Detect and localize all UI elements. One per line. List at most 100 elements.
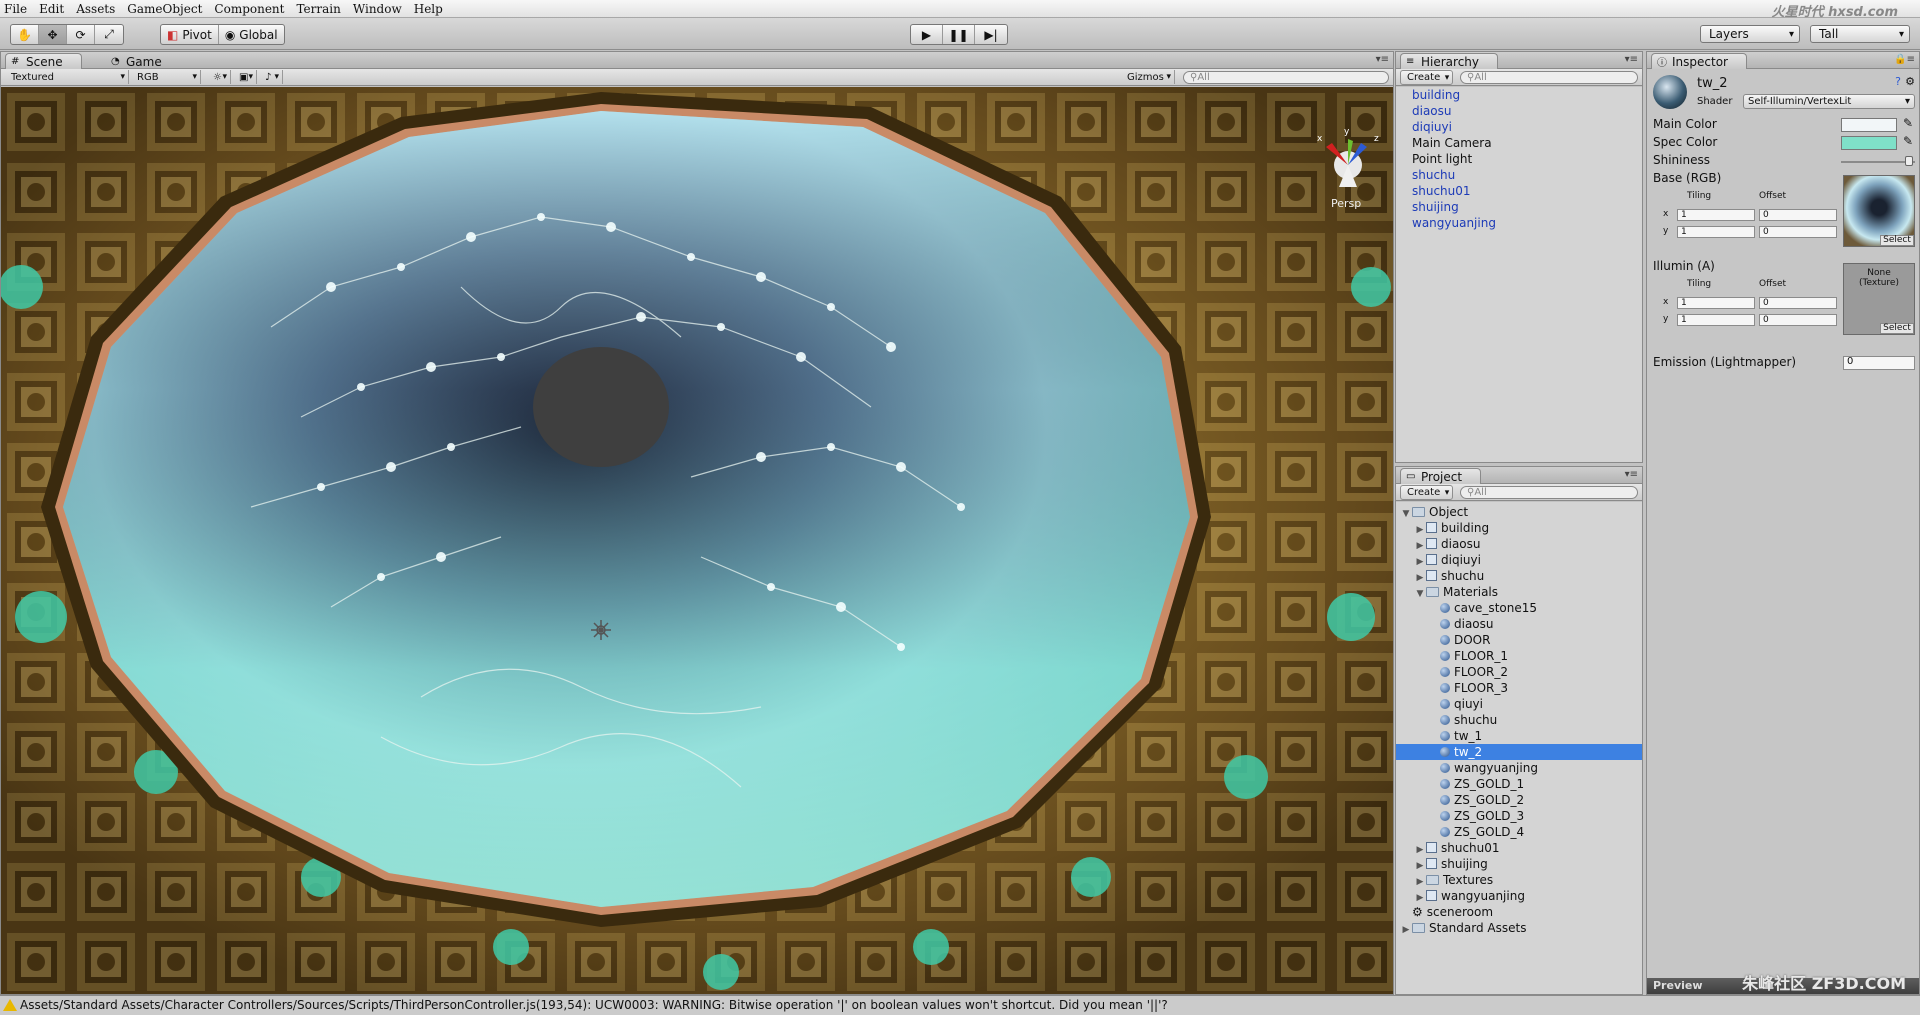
illum-tiling-y-field[interactable]: 1 — [1677, 314, 1755, 326]
project-item[interactable]: DOOR — [1396, 632, 1642, 648]
base-tiling-x-field[interactable]: 1 — [1677, 209, 1755, 221]
tab-scene[interactable]: # Scene — [5, 53, 82, 69]
help-icon[interactable]: ? — [1895, 75, 1901, 88]
hierarchy-item[interactable]: shuijing — [1396, 199, 1642, 215]
color-mode-dropdown[interactable]: RGB — [133, 70, 201, 84]
expand-closed-icon[interactable]: ▶ — [1400, 922, 1412, 938]
step-icon[interactable]: ▶| — [975, 25, 1007, 44]
menu-item-assets[interactable]: Assets — [76, 2, 115, 16]
menu-item-file[interactable]: File — [4, 2, 27, 16]
base-texture-select-button[interactable]: Select — [1880, 235, 1914, 246]
project-item[interactable]: ▶ diqiuyi — [1396, 552, 1642, 568]
scene-lighting-icon[interactable]: ☼ — [209, 70, 231, 84]
project-item[interactable]: ▶ building — [1396, 520, 1642, 536]
scene-audio-icon[interactable]: ♪ — [261, 70, 283, 84]
project-item[interactable]: ▶ shuijing — [1396, 856, 1642, 872]
inspector-lock-icon[interactable]: 🔒≡ — [1894, 54, 1915, 65]
project-item[interactable]: ▶ wangyuanjing — [1396, 888, 1642, 904]
hierarchy-item[interactable]: shuchu01 — [1396, 183, 1642, 199]
main-color-swatch[interactable] — [1841, 118, 1897, 132]
pivot-button[interactable]: ◧ Pivot — [161, 25, 219, 44]
project-item[interactable]: diaosu — [1396, 616, 1642, 632]
hierarchy-menu-icon[interactable]: ▾≡ — [1625, 54, 1638, 65]
pause-icon[interactable]: ❚❚ — [943, 25, 975, 44]
scene-viewport[interactable]: x y z Persp — [1, 87, 1393, 994]
global-button[interactable]: ◉ Global — [219, 25, 284, 44]
illum-texture-slot[interactable]: None (Texture) Select — [1843, 263, 1915, 335]
rotate-tool-icon[interactable]: ⟳ — [67, 25, 95, 44]
render-mode-dropdown[interactable]: Textured — [7, 70, 129, 84]
scale-tool-icon[interactable]: ⤢ — [95, 25, 123, 44]
menu-item-gameobject[interactable]: GameObject — [127, 2, 202, 16]
project-item[interactable]: ZS_GOLD_4 — [1396, 824, 1642, 840]
project-item[interactable]: FLOOR_2 — [1396, 664, 1642, 680]
scene-search-input[interactable]: ⚲ All — [1183, 71, 1389, 84]
project-item[interactable]: ▼ Object — [1396, 504, 1642, 520]
emission-field[interactable]: 0 — [1843, 356, 1915, 370]
project-item[interactable]: shuchu — [1396, 712, 1642, 728]
tab-hierarchy[interactable]: ≡ Hierarchy — [1400, 53, 1499, 69]
project-item[interactable]: ▶ shuchu01 — [1396, 840, 1642, 856]
project-create-button[interactable]: Create — [1400, 485, 1454, 500]
hierarchy-create-button[interactable]: Create — [1400, 70, 1454, 85]
hierarchy-item[interactable]: shuchu — [1396, 167, 1642, 183]
gizmos-dropdown[interactable]: Gizmos — [1123, 70, 1175, 84]
project-item[interactable]: tw_2 — [1396, 744, 1642, 760]
hierarchy-item[interactable]: Main Camera — [1396, 135, 1642, 151]
illum-tiling-x-field[interactable]: 1 — [1677, 297, 1755, 309]
project-item[interactable]: cave_stone15 — [1396, 600, 1642, 616]
menu-item-help[interactable]: Help — [414, 2, 443, 16]
project-item[interactable]: FLOOR_3 — [1396, 680, 1642, 696]
base-tiling-y-field[interactable]: 1 — [1677, 226, 1755, 238]
project-item[interactable]: ZS_GOLD_1 — [1396, 776, 1642, 792]
project-item[interactable]: ⚙ sceneroom — [1396, 904, 1642, 920]
scene-image-icon[interactable]: ▣ — [235, 70, 257, 84]
shininess-slider-track[interactable] — [1841, 161, 1915, 163]
project-item[interactable]: ▼ Materials — [1396, 584, 1642, 600]
illum-offset-x-field[interactable]: 0 — [1759, 297, 1837, 309]
console-status-bar[interactable]: Assets/Standard Assets/Character Control… — [0, 995, 1920, 1015]
settings-gear-icon[interactable]: ⚙ — [1905, 75, 1915, 88]
play-icon[interactable]: ▶ — [911, 25, 943, 44]
project-item[interactable]: ▶ Textures — [1396, 872, 1642, 888]
spec-color-swatch[interactable] — [1841, 136, 1897, 150]
move-tool-icon[interactable]: ✥ — [39, 25, 67, 44]
project-item[interactable]: ▶ diaosu — [1396, 536, 1642, 552]
project-item[interactable]: ZS_GOLD_3 — [1396, 808, 1642, 824]
hierarchy-item[interactable]: wangyuanjing — [1396, 215, 1642, 231]
hierarchy-search-input[interactable]: ⚲ All — [1460, 71, 1638, 84]
project-item[interactable]: FLOOR_1 — [1396, 648, 1642, 664]
shader-dropdown[interactable]: Self-Illumin/VertexLit ▾ — [1743, 94, 1915, 109]
tab-project[interactable]: ▭ Project — [1400, 468, 1482, 484]
hand-tool-icon[interactable]: ✋ — [11, 25, 39, 44]
project-search-input[interactable]: ⚲ All — [1460, 486, 1638, 499]
hierarchy-item[interactable]: building — [1396, 87, 1642, 103]
base-texture-slot[interactable]: Select — [1843, 175, 1915, 247]
panel-menu-icon[interactable]: ▾≡ — [1376, 54, 1389, 65]
menu-item-window[interactable]: Window — [353, 2, 402, 16]
illum-texture-select-button[interactable]: Select — [1880, 323, 1914, 334]
spec-color-eyedropper-icon[interactable]: ✎ — [1903, 134, 1913, 148]
hierarchy-item[interactable]: Point light — [1396, 151, 1642, 167]
project-item[interactable]: ▶ shuchu — [1396, 568, 1642, 584]
project-item[interactable]: tw_1 — [1396, 728, 1642, 744]
hierarchy-item[interactable]: diqiuyi — [1396, 119, 1642, 135]
project-menu-icon[interactable]: ▾≡ — [1625, 469, 1638, 480]
project-item[interactable]: ▶ Standard Assets — [1396, 920, 1642, 936]
menu-item-edit[interactable]: Edit — [39, 2, 64, 16]
base-offset-x-field[interactable]: 0 — [1759, 209, 1837, 221]
layers-dropdown[interactable]: Layers — [1700, 25, 1800, 43]
menu-item-terrain[interactable]: Terrain — [296, 2, 340, 16]
tab-inspector[interactable]: ⓘ Inspector — [1651, 53, 1747, 69]
base-offset-y-field[interactable]: 0 — [1759, 226, 1837, 238]
tab-game[interactable]: ◔ Game — [105, 53, 181, 69]
shininess-slider-thumb[interactable] — [1905, 156, 1914, 166]
layout-dropdown[interactable]: Tall — [1810, 25, 1910, 43]
project-item[interactable]: wangyuanjing — [1396, 760, 1642, 776]
menu-item-component[interactable]: Component — [214, 2, 284, 16]
hierarchy-item[interactable]: diaosu — [1396, 103, 1642, 119]
project-item[interactable]: ZS_GOLD_2 — [1396, 792, 1642, 808]
main-color-eyedropper-icon[interactable]: ✎ — [1903, 116, 1913, 130]
project-item[interactable]: qiuyi — [1396, 696, 1642, 712]
illum-offset-y-field[interactable]: 0 — [1759, 314, 1837, 326]
